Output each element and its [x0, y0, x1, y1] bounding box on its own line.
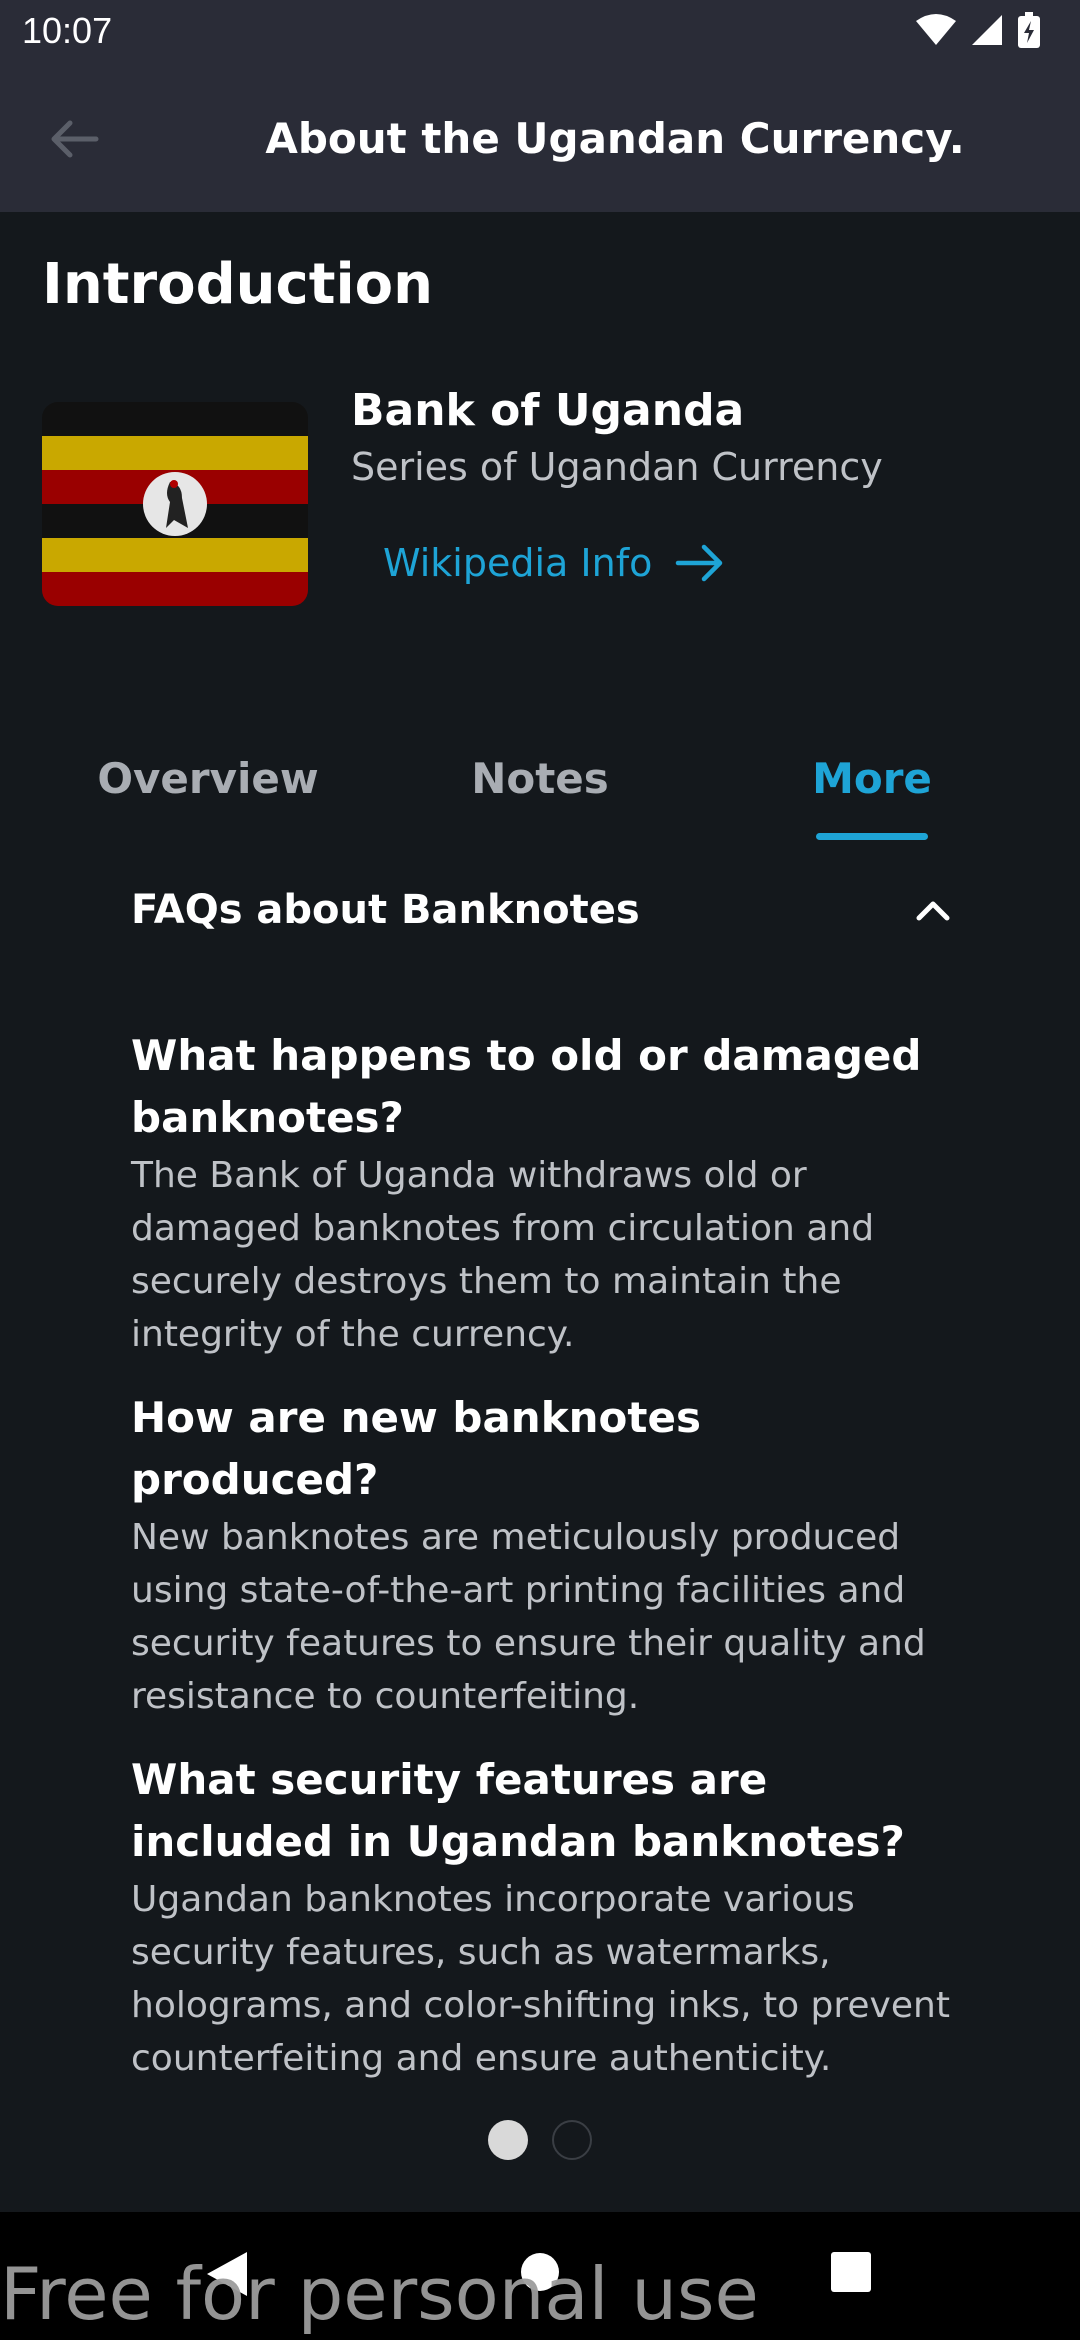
back-button[interactable]: [40, 104, 110, 174]
bank-name: Bank of Uganda: [351, 385, 745, 436]
bank-subtitle: Series of Ugandan Currency: [351, 445, 883, 489]
faq-question: What security features are included in U…: [131, 1755, 905, 1866]
tab-notes[interactable]: Notes: [412, 730, 668, 826]
battery-charging-icon: [1018, 12, 1040, 48]
status-bar: 10:07: [0, 0, 1080, 64]
wikipedia-info-link[interactable]: Wikipedia Info: [383, 535, 726, 591]
wifi-icon: [916, 14, 956, 45]
nav-recents-icon[interactable]: [831, 2252, 871, 2292]
page-title: About the Ugandan Currency.: [265, 113, 965, 163]
faq-answer: The Bank of Uganda withdraws old or dama…: [131, 1155, 875, 1355]
section-title: Introduction: [42, 252, 434, 317]
faq-answer: Ugandan banknotes incorporate various se…: [131, 1879, 950, 2079]
tab-overview[interactable]: Overview: [80, 730, 336, 826]
uganda-flag-image: [42, 402, 308, 606]
page-dot-inactive[interactable]: [552, 2120, 592, 2160]
arrow-left-icon: [51, 120, 99, 158]
faq-answer: New banknotes are meticulously produced …: [131, 1517, 926, 1717]
faq-accordion-header[interactable]: FAQs about Banknotes: [131, 870, 951, 950]
tab-bar: Overview Notes More: [0, 730, 1080, 840]
status-time: 10:07: [22, 10, 113, 51]
cellular-signal-icon: [972, 15, 1002, 45]
active-tab-indicator: [816, 833, 928, 840]
faq-item: What happens to old or damaged banknotes…: [131, 1025, 961, 1361]
faq-question: What happens to old or damaged banknotes…: [131, 1031, 922, 1142]
faq-question: How are new banknotes produced?: [131, 1393, 701, 1504]
tab-more[interactable]: More: [744, 730, 1000, 826]
status-icons: [916, 12, 1040, 48]
watermark-text: Free for personal use: [0, 2252, 759, 2336]
chevron-up-icon: [916, 901, 950, 921]
app-bar: About the Ugandan Currency.: [0, 64, 1080, 212]
arrow-right-icon: [676, 544, 723, 582]
page-indicator: [0, 2120, 1080, 2160]
page-dot-active[interactable]: [488, 2120, 528, 2160]
faq-item: How are new banknotes produced? New bank…: [131, 1387, 961, 1723]
wikipedia-info-label: Wikipedia Info: [383, 541, 653, 585]
faq-header-label: FAQs about Banknotes: [131, 887, 640, 933]
faq-list: What happens to old or damaged banknotes…: [131, 1025, 961, 2111]
faq-item: What security features are included in U…: [131, 1749, 961, 2085]
